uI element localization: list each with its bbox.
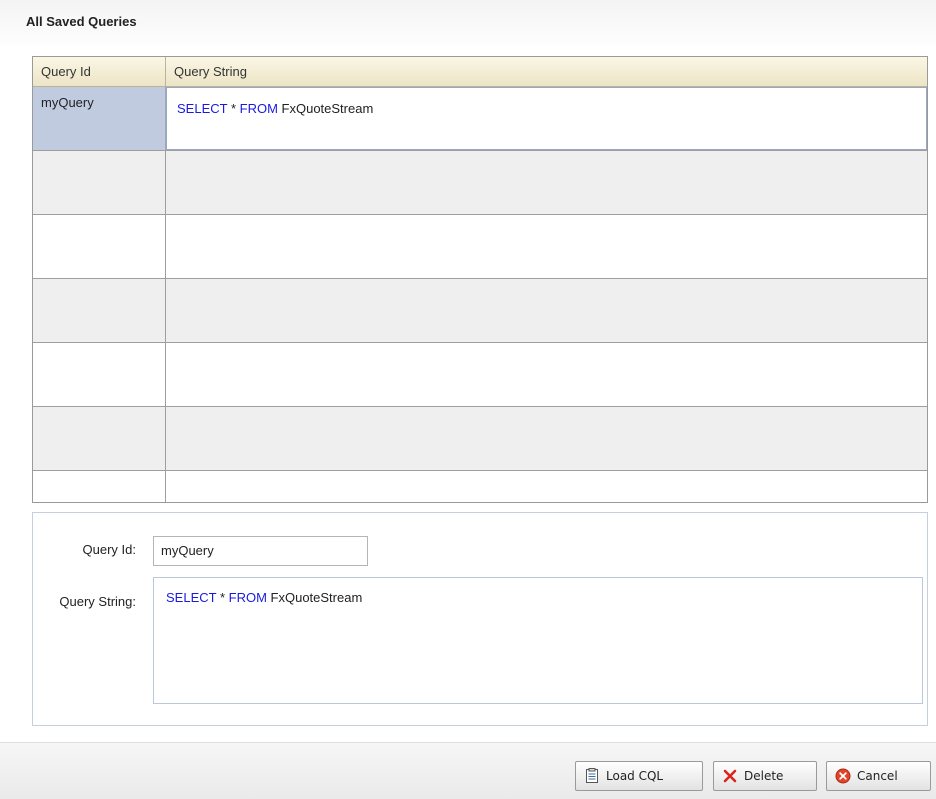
sql-symbol: * bbox=[227, 101, 240, 116]
empty-cell bbox=[166, 215, 927, 278]
cancel-label: Cancel bbox=[857, 769, 898, 783]
load-cql-label: Load CQL bbox=[606, 769, 664, 783]
query-id-cell[interactable]: myQuery bbox=[33, 87, 166, 150]
query-string-cell[interactable]: SELECT * FROM FxQuoteStream bbox=[166, 87, 927, 150]
panel-title: All Saved Queries bbox=[26, 14, 137, 29]
query-id-input[interactable]: myQuery bbox=[153, 536, 368, 566]
table-row-empty[interactable] bbox=[33, 279, 927, 343]
table-row-empty[interactable] bbox=[33, 343, 927, 407]
query-string-label: Query String: bbox=[59, 594, 136, 609]
saved-queries-table: Query Id Query String myQuery SELECT * F… bbox=[32, 56, 928, 503]
sql-identifier: FxQuoteStream bbox=[277, 101, 374, 116]
sql-keyword: SELECT bbox=[166, 590, 217, 605]
sql-keyword: FROM bbox=[239, 101, 278, 116]
load-cql-button[interactable]: Load CQL bbox=[575, 761, 703, 791]
query-detail-form: Query Id: myQuery Query String: SELECT *… bbox=[32, 512, 928, 726]
empty-cell bbox=[33, 215, 166, 278]
empty-cell bbox=[166, 407, 927, 470]
empty-cell bbox=[166, 279, 927, 342]
table-row-empty[interactable] bbox=[33, 215, 927, 279]
empty-cell bbox=[166, 471, 927, 502]
table-row-empty[interactable] bbox=[33, 407, 927, 471]
red-x-icon bbox=[722, 768, 738, 784]
document-list-icon bbox=[584, 768, 600, 784]
sql-keyword: FROM bbox=[228, 590, 267, 605]
empty-cell bbox=[33, 151, 166, 214]
sql-identifier: FxQuoteStream bbox=[266, 590, 363, 605]
button-bar: Load CQL Delete Cancel bbox=[0, 742, 936, 799]
table-row-empty[interactable] bbox=[33, 471, 927, 502]
sql-symbol: * bbox=[216, 590, 229, 605]
empty-cell bbox=[33, 279, 166, 342]
query-string-textarea[interactable]: SELECT * FROM FxQuoteStream bbox=[153, 577, 923, 704]
table-row-empty[interactable] bbox=[33, 151, 927, 215]
delete-label: Delete bbox=[744, 769, 784, 783]
column-header-query-string[interactable]: Query String bbox=[166, 57, 927, 86]
empty-cell bbox=[33, 407, 166, 470]
table-row[interactable]: myQuery SELECT * FROM FxQuoteStream bbox=[33, 87, 927, 151]
sql-keyword: SELECT bbox=[177, 101, 228, 116]
panel-header: All Saved Queries bbox=[0, 0, 936, 44]
empty-cell bbox=[166, 343, 927, 406]
cancel-button[interactable]: Cancel bbox=[826, 761, 931, 791]
empty-cell bbox=[33, 343, 166, 406]
cancel-circle-icon bbox=[835, 768, 851, 784]
table-header: Query Id Query String bbox=[33, 57, 927, 87]
column-header-query-id[interactable]: Query Id bbox=[33, 57, 166, 86]
empty-cell bbox=[33, 471, 166, 502]
empty-cell bbox=[166, 151, 927, 214]
query-id-label: Query Id: bbox=[82, 542, 136, 557]
delete-button[interactable]: Delete bbox=[713, 761, 817, 791]
